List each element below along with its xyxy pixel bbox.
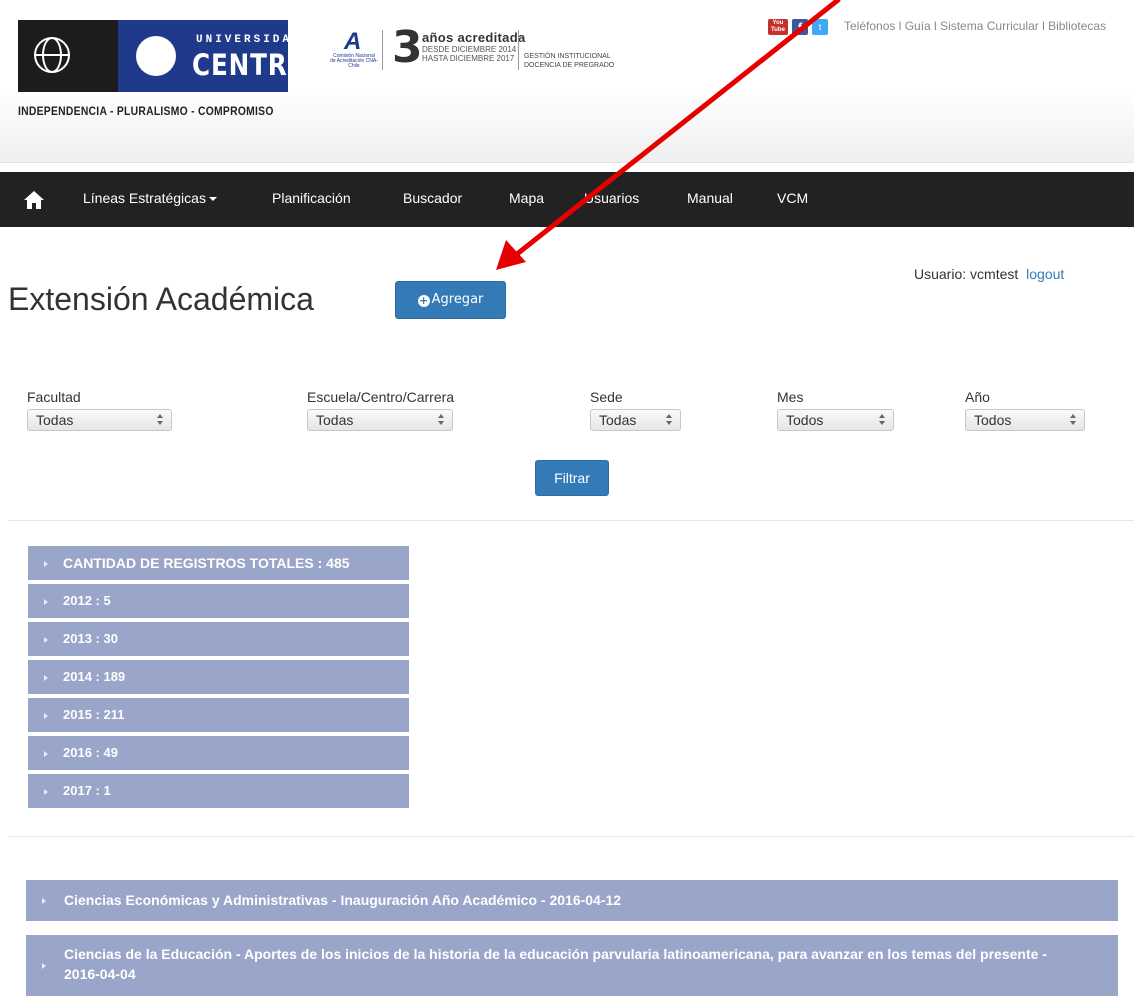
top-links: You Tube f t Teléfonos l Guía l Sistema …	[768, 19, 1134, 35]
site-header: UNIVERSIDAD CENTRAL INDEPENDENCIA - PLUR…	[0, 0, 1134, 163]
nav-buscador[interactable]: Buscador	[403, 190, 462, 206]
username: vcmtest	[970, 266, 1019, 282]
accreditation-divider	[382, 30, 383, 70]
twitter-icon[interactable]: t	[812, 19, 828, 35]
user-label: Usuario:	[914, 266, 967, 282]
top-links-text[interactable]: Teléfonos l Guía l Sistema Curricular l …	[844, 19, 1106, 33]
stats-total-label: CANTIDAD DE REGISTROS TOTALES : 485	[63, 555, 350, 571]
stats-year-label: 2012 : 5	[63, 593, 111, 608]
cna-logo-icon: A Comisión Nacional de Acreditación CNA-…	[330, 28, 378, 69]
stats-year-label: 2016 : 49	[63, 745, 118, 760]
filter-anio-select[interactable]: Todos	[965, 409, 1085, 431]
youtube-icon-bottom: Tube	[771, 27, 785, 33]
logo-blue-panel: UNIVERSIDAD CENTRAL	[118, 20, 323, 92]
filter-facultad-select[interactable]: Todas	[27, 409, 172, 431]
stats-year-row[interactable]: 2015 : 211	[28, 698, 409, 734]
main-navbar: Líneas Estratégicas Planificación Buscad…	[0, 172, 1134, 227]
logo-universidad-text: UNIVERSIDAD	[196, 34, 302, 46]
filter-facultad-value: Todas	[36, 412, 74, 428]
cna-name: Comisión Nacional de Acreditación CNA-Ch…	[330, 53, 378, 69]
add-button[interactable]: + Agregar	[395, 281, 506, 319]
select-arrows-icon	[879, 414, 885, 426]
select-arrows-icon	[438, 414, 444, 426]
caret-right-icon	[44, 751, 48, 757]
accreditation-years-text: años acreditada	[422, 30, 526, 45]
nav-usuarios[interactable]: Usuarios	[584, 190, 639, 206]
filter-facultad-label: Facultad	[27, 389, 81, 405]
select-arrows-icon	[1070, 414, 1076, 426]
stats-year-row[interactable]: 2017 : 1	[28, 774, 409, 810]
accreditation-areas: GESTIÓN INSTITUCIONAL DOCENCIA DE PREGRA…	[524, 52, 614, 70]
accreditation-divider-2	[518, 30, 519, 70]
nav-planificacion[interactable]: Planificación	[272, 190, 351, 206]
globe-icon	[34, 37, 70, 73]
accreditation-area-2: DOCENCIA DE PREGRADO	[524, 62, 615, 69]
event-row[interactable]: Ciencias de la Educación - Aportes de lo…	[26, 935, 1118, 996]
accreditation-banner: A Comisión Nacional de Acreditación CNA-…	[330, 22, 620, 73]
caret-right-icon	[44, 599, 48, 605]
accreditation-area-1: GESTIÓN INSTITUCIONAL	[524, 53, 611, 60]
stats-year-row[interactable]: 2012 : 5	[28, 584, 409, 620]
caret-right-icon	[44, 789, 48, 795]
logout-link[interactable]: logout	[1026, 266, 1064, 282]
stats-year-row[interactable]: 2013 : 30	[28, 622, 409, 658]
page-title: Extensión Académica	[8, 281, 314, 317]
caret-right-icon	[44, 561, 48, 567]
filter-escuela-select[interactable]: Todas	[307, 409, 453, 431]
logo-circle-icon	[136, 36, 176, 76]
filter-sede-value: Todas	[599, 412, 637, 428]
stats-year-row[interactable]: 2016 : 49	[28, 736, 409, 772]
stats-year-label: 2014 : 189	[63, 669, 126, 684]
youtube-icon[interactable]: You Tube	[768, 19, 788, 35]
caret-right-icon	[42, 963, 46, 969]
accreditation-desde: DESDE DICIEMBRE 2014	[422, 45, 517, 54]
university-logo[interactable]: UNIVERSIDAD CENTRAL INDEPENDENCIA - PLUR…	[18, 20, 323, 125]
caret-right-icon	[44, 637, 48, 643]
stats-year-label: 2017 : 1	[63, 783, 111, 798]
event-row-label: Ciencias de la Educación - Aportes de lo…	[64, 946, 1047, 982]
filter-escuela-label: Escuela/Centro/Carrera	[307, 389, 455, 405]
nav-lineas-estrategicas[interactable]: Líneas Estratégicas	[83, 190, 217, 206]
caret-right-icon	[42, 898, 46, 904]
caret-right-icon	[44, 675, 48, 681]
logo-tagline: INDEPENDENCIA - PLURALISMO - COMPROMISO	[18, 106, 274, 118]
filter-mes-select[interactable]: Todos	[777, 409, 894, 431]
plus-circle-icon: +	[417, 294, 430, 307]
filter-sede-label: Sede	[590, 389, 623, 405]
nav-vcm[interactable]: VCM	[777, 190, 808, 206]
filter-sede-select[interactable]: Todas	[590, 409, 681, 431]
accreditation-hasta: HASTA DICIEMBRE 2017	[422, 54, 515, 63]
nav-manual[interactable]: Manual	[687, 190, 733, 206]
stats-year-label: 2015 : 211	[63, 707, 125, 722]
filter-button[interactable]: Filtrar	[535, 460, 609, 496]
logo-central-text: CENTRAL	[192, 48, 325, 82]
accreditation-years: 3	[392, 22, 423, 73]
filter-anio-value: Todos	[974, 412, 1012, 428]
nav-mapa[interactable]: Mapa	[509, 190, 544, 206]
caret-right-icon	[44, 713, 48, 719]
stats-year-row[interactable]: 2014 : 189	[28, 660, 409, 696]
stats-total-row[interactable]: CANTIDAD DE REGISTROS TOTALES : 485	[28, 546, 409, 582]
nav-lineas-estrategicas-label: Líneas Estratégicas	[83, 190, 206, 206]
logo-dark-panel	[18, 20, 118, 92]
user-info: Usuario: vcmtest logout	[914, 266, 1064, 282]
facebook-icon[interactable]: f	[792, 19, 808, 35]
event-row[interactable]: Ciencias Económicas y Administrativas - …	[26, 880, 1118, 921]
youtube-icon-top: You	[772, 20, 784, 26]
cna-mark: A	[344, 28, 362, 55]
filter-mes-label: Mes	[777, 389, 804, 405]
filter-escuela-value: Todas	[316, 412, 354, 428]
accreditation-period: DESDE DICIEMBRE 2014 HASTA DICIEMBRE 201…	[422, 45, 516, 63]
select-arrows-icon	[666, 414, 672, 426]
filter-mes-value: Todos	[786, 412, 824, 428]
event-row-label: Ciencias Económicas y Administrativas - …	[64, 892, 622, 908]
stats-year-label: 2013 : 30	[63, 631, 118, 646]
home-icon[interactable]	[23, 190, 45, 210]
divider	[8, 836, 1134, 837]
add-button-label: Agregar	[431, 292, 484, 307]
filter-anio-label: Año	[965, 389, 990, 405]
divider	[8, 520, 1134, 521]
caret-down-icon	[208, 197, 217, 202]
select-arrows-icon	[157, 414, 163, 426]
